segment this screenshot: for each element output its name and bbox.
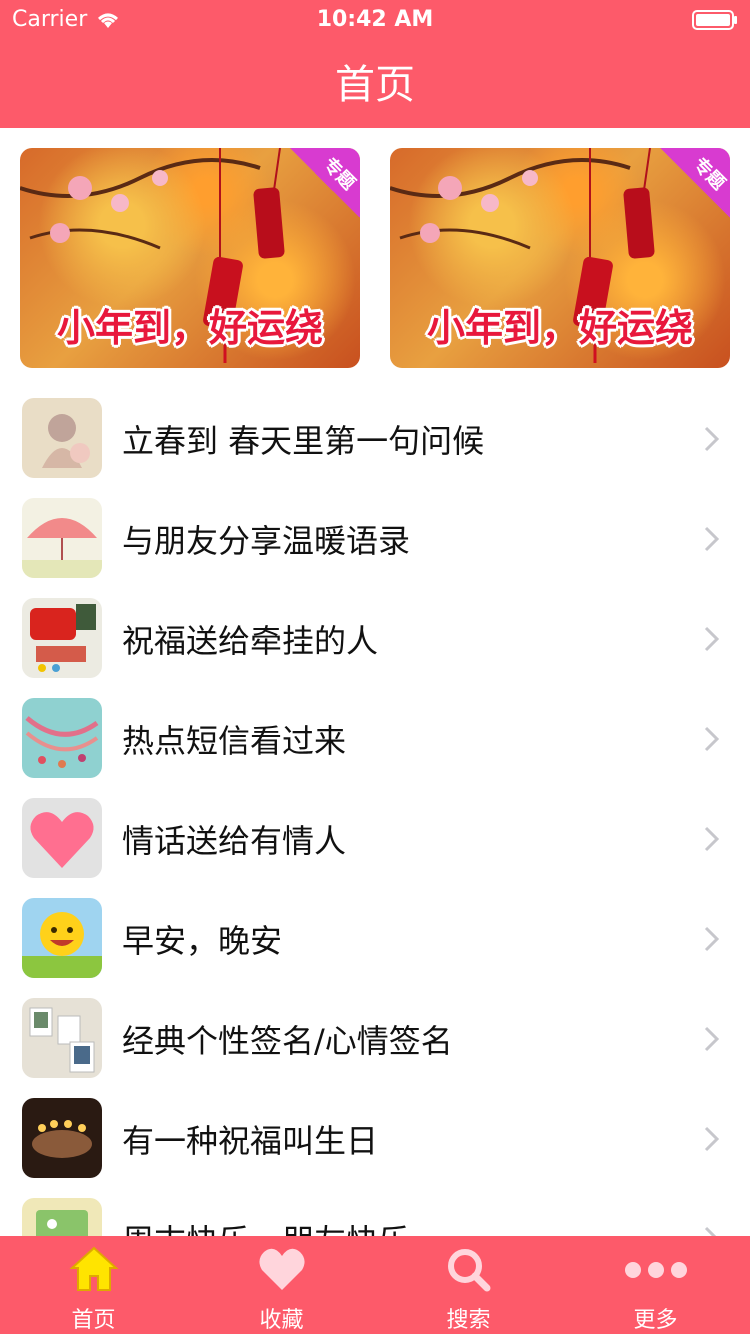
list-item[interactable]: 情话送给有情人 (0, 788, 750, 888)
list-item-label: 情话送给有情人 (122, 822, 347, 860)
list-item-label: 早安，晚安 (122, 922, 283, 960)
category-list: 立春到 春天里第一句问候 与朋友分享温暖语录 祝福送给牵挂的人 热点短信看过来 … (0, 388, 750, 1236)
banner-caption: 小年到，好运绕 (56, 306, 323, 350)
navigation-header: Carrier 10:42 AM 首页 (0, 0, 750, 128)
chevron-right-icon (704, 1126, 720, 1152)
chevron-right-icon (704, 526, 720, 552)
list-item[interactable]: 立春到 春天里第一句问候 (0, 388, 750, 488)
home-icon (68, 1246, 119, 1291)
page-title: 首页 (335, 62, 415, 108)
list-item-label: 与朋友分享温暖语录 (122, 522, 411, 560)
search-icon (447, 1249, 490, 1292)
tab-label: 更多 (633, 1308, 678, 1333)
status-bar: Carrier 10:42 AM (0, 0, 750, 40)
spring-flower-thumb (22, 398, 102, 478)
tab-label: 搜索 (446, 1308, 491, 1333)
tab-label: 收藏 (259, 1308, 304, 1333)
banner-item-2[interactable]: 专题 小年到，好运绕 (390, 148, 730, 368)
list-item-label: 立春到 春天里第一句问候 (122, 422, 485, 460)
chevron-right-icon (704, 1226, 717, 1236)
sun-thumb (22, 898, 102, 978)
more-icon (624, 1262, 687, 1278)
tab-home[interactable]: 首页 (0, 1236, 187, 1334)
banner-item-1[interactable]: 专题 小年到，好运绕 (20, 148, 360, 368)
mailbox-thumb (22, 598, 102, 678)
pink-umbrella-thumb (22, 498, 102, 578)
chevron-right-icon (704, 926, 720, 952)
banner-carousel: 专题 小年到，好运绕 专题 小年到，好运绕 (0, 148, 750, 368)
heart-thumb (22, 798, 102, 878)
banner-badge: 专题 (290, 148, 360, 218)
list-item-label: 周末快乐，朋友快乐 (122, 1216, 410, 1236)
battery-icon (692, 10, 737, 30)
chevron-right-icon (704, 1026, 720, 1052)
banner-badge: 专题 (660, 148, 730, 218)
chevron-right-icon (704, 726, 720, 752)
status-time: 10:42 AM (316, 7, 434, 32)
list-item[interactable]: 热点短信看过来 (0, 688, 750, 788)
photos-thumb (22, 998, 102, 1078)
chevron-right-icon (704, 426, 720, 452)
list-item[interactable]: 与朋友分享温暖语录 (0, 488, 750, 588)
tab-bar: 首页 收藏 搜索 更多 (0, 1236, 750, 1334)
list-item[interactable]: 经典个性签名/心情签名 (0, 988, 750, 1088)
weekend-thumb (22, 1198, 102, 1236)
list-item-label: 经典个性签名/心情签名 (122, 1022, 453, 1060)
list-item-label: 祝福送给牵挂的人 (122, 622, 379, 660)
heart-icon (258, 1248, 305, 1290)
list-item[interactable]: 祝福送给牵挂的人 (0, 588, 750, 688)
tab-label: 首页 (71, 1308, 116, 1333)
list-item[interactable]: 早安，晚安 (0, 888, 750, 988)
birthday-candles-thumb (22, 1098, 102, 1178)
list-item[interactable]: 有一种祝福叫生日 (0, 1088, 750, 1188)
list-item[interactable]: 周末快乐，朋友快乐 (0, 1188, 750, 1236)
list-item-label: 有一种祝福叫生日 (122, 1122, 379, 1160)
beads-thumb (22, 698, 102, 778)
banner-caption: 小年到，好运绕 (426, 306, 693, 350)
chevron-right-icon (704, 826, 720, 852)
tab-more[interactable]: 更多 (562, 1236, 749, 1334)
list-item-label: 热点短信看过来 (122, 722, 347, 760)
tab-favorites[interactable]: 收藏 (188, 1236, 375, 1334)
tab-search[interactable]: 搜索 (375, 1236, 562, 1334)
chevron-right-icon (704, 626, 720, 652)
